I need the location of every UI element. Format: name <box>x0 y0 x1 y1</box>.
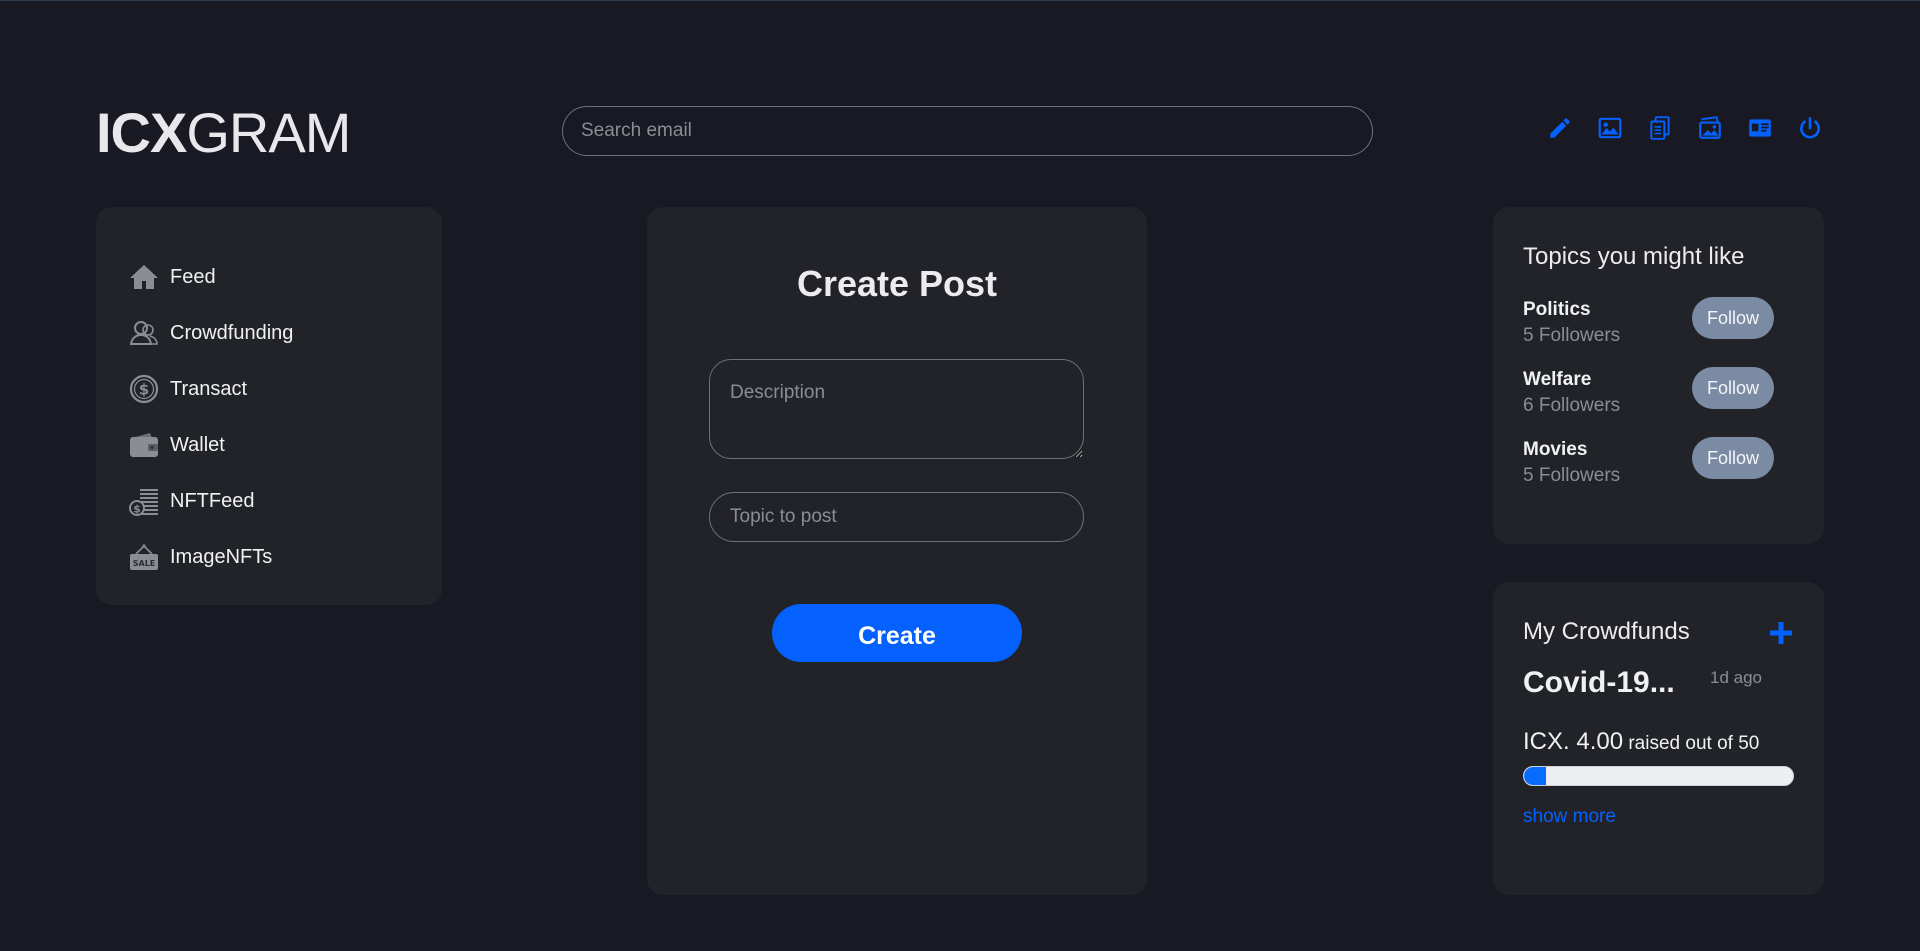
svg-text:$: $ <box>133 503 141 516</box>
create-post-title: Create Post <box>796 263 998 304</box>
create-button[interactable]: Create <box>772 604 1022 662</box>
sidebar-item-transact[interactable]: $ Transact <box>96 361 442 417</box>
search-input[interactable] <box>562 106 1373 156</box>
app-logo: ICXGRAM <box>96 101 351 165</box>
campaign-item[interactable]: Covid-19... 1d ago <box>1523 666 1794 716</box>
topic-item: Politics 5 Followers Follow <box>1523 293 1794 363</box>
topic-item: Movies 5 Followers Follow <box>1523 433 1794 503</box>
people-icon <box>128 317 160 349</box>
sidebar-item-label: NFTFeed <box>170 489 255 512</box>
topics-card: Topics you might like Politics 5 Followe… <box>1493 207 1824 544</box>
documents-icon[interactable] <box>1646 114 1674 142</box>
sidebar-item-label: Transact <box>170 377 248 400</box>
coin-stack-icon: $ <box>128 485 160 517</box>
image-icon[interactable] <box>1596 114 1624 142</box>
dollar-coin-icon: $ <box>128 373 160 405</box>
raised-text: raised out of 50 <box>1628 733 1760 754</box>
crowdfunds-card: My Crowdfunds Covid-19... 1d ago ICX. 4.… <box>1493 582 1824 895</box>
plus-icon <box>1770 622 1792 644</box>
svg-text:$: $ <box>139 381 149 399</box>
progress-fill <box>1524 767 1546 785</box>
progress-bar <box>1523 766 1794 786</box>
home-icon <box>128 261 160 293</box>
create-post-card: Create Post Create <box>647 207 1147 895</box>
show-more-link[interactable]: show more <box>1523 806 1616 828</box>
sidebar-item-label: Wallet <box>170 433 225 456</box>
sidebar-item-imagenfts[interactable]: SALE ImageNFTs <box>96 529 442 585</box>
topic-item: Welfare 6 Followers Follow <box>1523 363 1794 433</box>
pencil-icon[interactable] <box>1546 114 1574 142</box>
sidebar-nav: Feed Crowdfunding $ Transact Wallet $ NF… <box>96 207 442 605</box>
add-crowdfund-button[interactable] <box>1766 618 1796 648</box>
sidebar-item-feed[interactable]: Feed <box>96 249 442 305</box>
sidebar-item-crowdfunding[interactable]: Crowdfunding <box>96 305 442 361</box>
raised-summary: ICX. 4.00 raised out of 50 <box>1523 728 1794 756</box>
sidebar-item-nftfeed[interactable]: $ NFTFeed <box>96 473 442 529</box>
sale-sign-icon: SALE <box>128 541 160 573</box>
wallet-icon <box>128 429 160 461</box>
crowdfunds-header: My Crowdfunds <box>1523 618 1794 650</box>
sidebar-item-label: Feed <box>170 265 216 288</box>
logo-light-text: GRAM <box>186 101 351 164</box>
description-field[interactable] <box>709 359 1084 459</box>
photo-stack-icon[interactable] <box>1696 114 1724 142</box>
topic-field[interactable] <box>709 492 1084 542</box>
raised-amount: ICX. 4.00 <box>1523 728 1624 755</box>
campaign-time: 1d ago <box>1710 668 1762 687</box>
sidebar-item-wallet[interactable]: Wallet <box>96 417 442 473</box>
crowdfunds-title: My Crowdfunds <box>1523 618 1690 645</box>
follow-button[interactable]: Follow <box>1692 367 1774 409</box>
topics-list: Politics 5 Followers Follow Welfare 6 Fo… <box>1523 293 1794 503</box>
sidebar-item-label: ImageNFTs <box>170 545 273 568</box>
top-icon-bar <box>1546 114 1824 142</box>
logo-bold-text: ICX <box>96 101 187 164</box>
svg-text:SALE: SALE <box>133 559 156 568</box>
campaign-name: Covid-19... <box>1523 666 1675 699</box>
power-icon[interactable] <box>1796 114 1824 142</box>
follow-button[interactable]: Follow <box>1692 437 1774 479</box>
follow-button[interactable]: Follow <box>1692 297 1774 339</box>
sidebar-item-label: Crowdfunding <box>170 321 294 344</box>
topics-title: Topics you might like <box>1523 243 1745 270</box>
id-card-icon[interactable] <box>1746 114 1774 142</box>
